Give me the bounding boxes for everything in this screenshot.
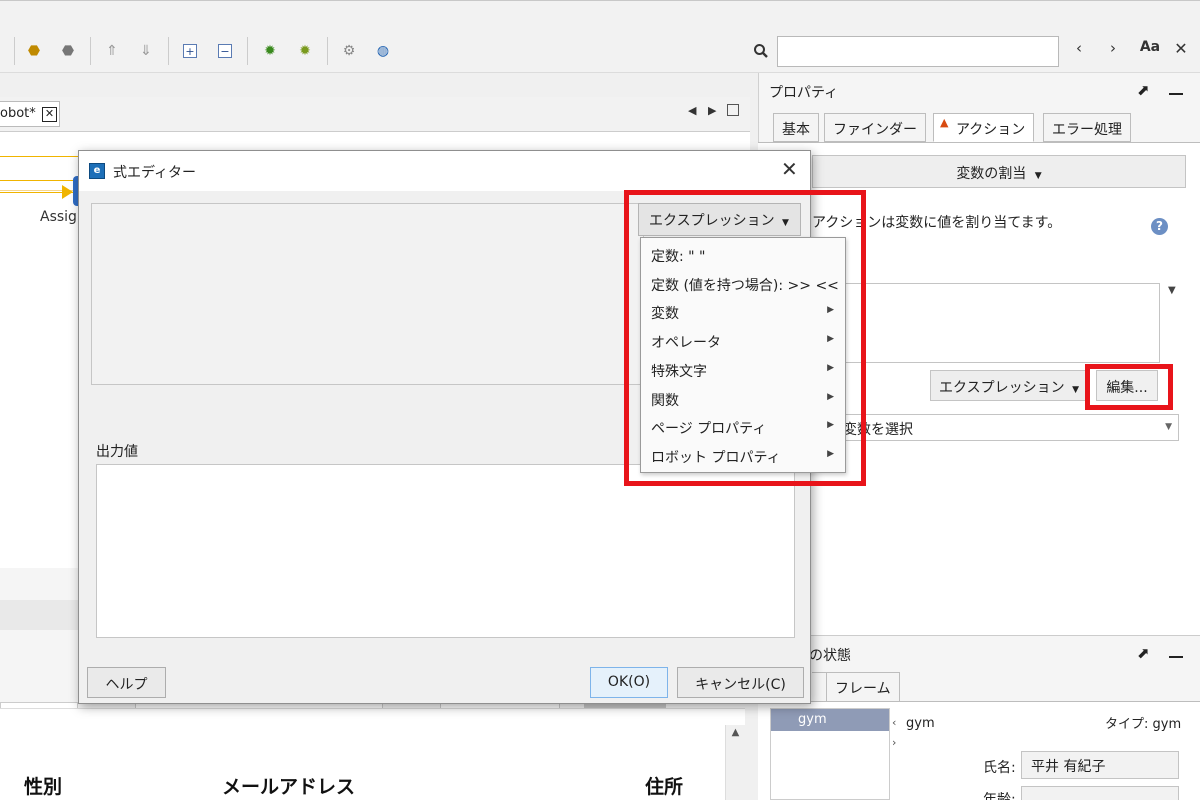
dialog-title: 式エディター (113, 165, 197, 181)
age-field-label: 年齢: (983, 792, 1016, 800)
table-header-gender: 性別 (24, 776, 63, 798)
chevron-down-icon: ▼ (1034, 171, 1042, 181)
variable-name: gym (906, 716, 935, 731)
chevron-down-icon[interactable]: ▼ (1168, 285, 1176, 296)
tab-finder[interactable]: ファインダー (824, 113, 926, 142)
cancel-button[interactable]: キャンセル(C) (677, 667, 804, 698)
highlight-edit-button (1085, 364, 1173, 410)
tab-list-icon[interactable] (727, 104, 739, 116)
help-icon[interactable]: ? (1151, 218, 1168, 235)
search-input[interactable] (777, 36, 1059, 67)
move-up-icon[interactable]: ⇑ (100, 39, 124, 63)
chevron-down-icon: ▼ (1072, 385, 1079, 395)
debug-step-icon[interactable]: ✹ (293, 39, 317, 63)
warning-icon: ▲ (940, 116, 949, 129)
maximize-icon[interactable]: ⬈ (1137, 644, 1150, 662)
variable-select[interactable]: 変数を選択 ▼ (812, 414, 1179, 441)
main-toolbar: ⬣ ⬣ ⇑ ⇓ + − ✹ ✹ ⚙ ◍ ‹ › Aa ✕ (0, 0, 1200, 73)
collapse-icon[interactable]: − (213, 39, 237, 63)
variable-type: タイプ: gym (1105, 717, 1182, 732)
move-down-icon[interactable]: ⇓ (134, 39, 158, 63)
toolbar-separator (168, 37, 169, 65)
collapse-right-icon[interactable]: › (892, 736, 896, 749)
table-header-email: メールアドレス (222, 776, 356, 798)
tab-action[interactable]: ▲ アクション (933, 113, 1035, 142)
tab-error-handling[interactable]: エラー処理 (1043, 113, 1131, 142)
toolbar-separator (327, 37, 328, 65)
minimize-icon[interactable] (1169, 93, 1183, 95)
expression-input-area[interactable] (91, 203, 644, 385)
editor-tab-bar (0, 97, 750, 131)
tab-action-label: アクション (956, 122, 1026, 138)
match-case-button[interactable]: Aa (1136, 39, 1164, 55)
assign-step-label: Assig (40, 209, 77, 225)
next-icon[interactable]: › (1102, 39, 1124, 57)
web-page-view (0, 708, 745, 800)
close-tab-icon[interactable]: ✕ (42, 107, 57, 122)
variable-list-item[interactable]: gym (771, 709, 889, 731)
robot-tab-label: obot* (0, 106, 36, 121)
app-logo-icon: e (89, 163, 105, 179)
maximize-icon[interactable]: ⬈ (1137, 81, 1150, 99)
action-type-label: 変数の割当 (956, 166, 1027, 182)
disconnect-icon[interactable]: ⬣ (56, 39, 80, 63)
table-header-address: 住所 (645, 776, 684, 798)
name-field[interactable]: 平井 有紀子 (1021, 751, 1179, 779)
previous-icon[interactable]: ‹ (1068, 39, 1090, 57)
dialog-titlebar: e 式エディター ✕ (79, 151, 810, 191)
tab-scroll-left-icon[interactable]: ◀ (688, 104, 696, 117)
action-type-dropdown[interactable]: 変数の割当 ▼ (812, 155, 1186, 188)
close-icon[interactable]: ✕ (781, 157, 798, 181)
flow-arrow-icon (62, 185, 73, 199)
chevron-down-icon: ▼ (1165, 422, 1172, 432)
highlight-expression-menu (624, 190, 866, 486)
toolbar-separator (14, 37, 15, 65)
toolbar-separator (90, 37, 91, 65)
settings-icon[interactable]: ⚙ (337, 39, 361, 63)
collapse-left-icon[interactable]: ‹ (892, 716, 896, 729)
search-icon (749, 39, 773, 63)
toolbar-separator (247, 37, 248, 65)
minimize-icon[interactable] (1169, 656, 1183, 658)
flow-line (0, 180, 78, 181)
output-field[interactable] (96, 464, 795, 638)
flow-line (0, 156, 78, 157)
expand-icon[interactable]: + (178, 39, 202, 63)
globe-icon[interactable]: ◍ (371, 39, 395, 63)
robot-editor-tab[interactable]: obot* ✕ (0, 101, 60, 127)
tab-basic[interactable]: 基本 (773, 113, 819, 142)
state-panel-title: の状態 (809, 648, 851, 664)
ok-button[interactable]: OK(O) (590, 667, 668, 698)
expression-button-label: エクスプレッション (939, 380, 1065, 396)
properties-title: プロパティ (769, 85, 839, 101)
name-field-label: 氏名: (983, 760, 1016, 776)
expression-dropdown-button[interactable]: エクスプレッション ▼ (930, 370, 1088, 401)
connect-icon[interactable]: ⬣ (22, 39, 46, 63)
close-search-icon[interactable]: ✕ (1170, 39, 1192, 58)
tab-frame[interactable]: フレーム (826, 672, 900, 702)
debug-icon[interactable]: ✹ (258, 39, 282, 63)
output-label: 出力値 (96, 444, 138, 460)
help-button[interactable]: ヘルプ (87, 667, 166, 698)
tab-scroll-right-icon[interactable]: ▶ (708, 104, 716, 117)
age-field[interactable] (1021, 786, 1179, 800)
scrollbar-up-icon[interactable]: ▲ (725, 725, 745, 800)
